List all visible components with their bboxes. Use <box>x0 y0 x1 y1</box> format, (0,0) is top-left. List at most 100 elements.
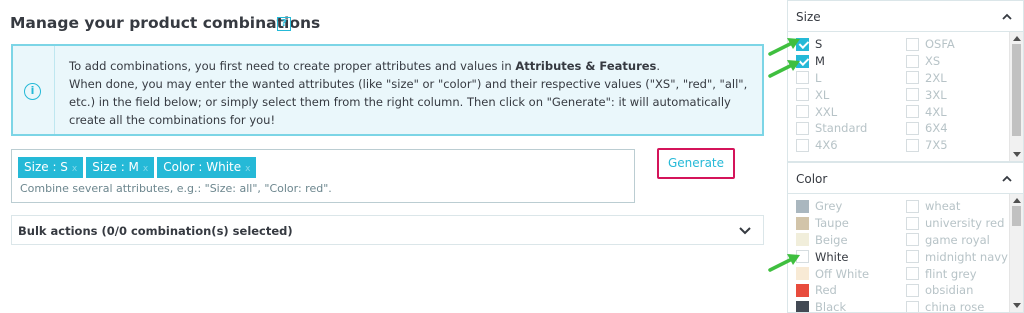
tag-label: Size : S <box>24 160 68 174</box>
color-option-game-royal[interactable]: game royal <box>906 232 1008 249</box>
chevron-down-icon[interactable] <box>737 222 753 238</box>
checkbox[interactable] <box>906 105 919 119</box>
option-label: Off White <box>815 266 870 281</box>
size-option-7x5[interactable]: 7X5 <box>906 137 955 154</box>
color-swatch[interactable] <box>906 199 919 213</box>
size-option-s[interactable]: S <box>796 36 867 53</box>
size-option-4xl[interactable]: 4XL <box>906 103 955 120</box>
tag-size-s[interactable]: Size : S x <box>18 157 84 178</box>
checkbox[interactable] <box>906 37 919 51</box>
color-swatch[interactable] <box>906 216 919 230</box>
scroll-thumb[interactable] <box>1012 206 1021 226</box>
tag-remove-icon[interactable]: x <box>245 164 250 174</box>
checkbox[interactable] <box>906 138 919 152</box>
info-text: To add combinations, you first need to c… <box>69 57 759 129</box>
info-divider <box>54 46 55 134</box>
size-option-xs[interactable]: XS <box>906 53 955 70</box>
color-option-midnight-navy[interactable]: midnight navy <box>906 248 1008 265</box>
size-option-xxl[interactable]: XXL <box>796 103 867 120</box>
color-option-china-rose[interactable]: china rose <box>906 299 1008 312</box>
tag-size-m[interactable]: Size : M x <box>86 157 155 178</box>
checkbox[interactable] <box>796 105 809 119</box>
tag-color-white[interactable]: Color : White x <box>157 157 257 178</box>
combinations-section: Manage your product combinations ? i To … <box>0 0 775 313</box>
info-text-part: When done, you may enter the wanted attr… <box>69 77 748 127</box>
info-text-part: To add combinations, you first need to c… <box>69 59 516 73</box>
chevron-up-icon[interactable] <box>1001 11 1013 23</box>
color-panel-header[interactable]: Color <box>788 163 1023 194</box>
size-panel-header[interactable]: Size <box>788 1 1023 32</box>
attributes-tag-input[interactable]: Size : Sx Size : Mx Color : White x Combi… <box>11 149 635 203</box>
color-option-red[interactable]: Red <box>796 282 869 299</box>
color-option-black[interactable]: Black <box>796 299 869 312</box>
option-label: Beige <box>815 232 848 247</box>
checkbox[interactable] <box>906 88 919 102</box>
color-swatch[interactable] <box>906 300 919 312</box>
option-label: 7X5 <box>925 138 948 153</box>
chevron-up-icon[interactable] <box>1001 173 1013 185</box>
color-swatch[interactable] <box>796 199 809 213</box>
size-option-4x6[interactable]: 4X6 <box>796 137 867 154</box>
scroll-down-icon[interactable] <box>1013 152 1021 157</box>
color-column-left: Grey Taupe Beige White Off White Red Bla… <box>796 198 869 312</box>
color-options: Grey Taupe Beige White Off White Red Bla… <box>788 194 1009 312</box>
size-option-m[interactable]: M <box>796 53 867 70</box>
color-swatch[interactable] <box>796 233 809 247</box>
help-icon[interactable]: ? <box>277 17 291 31</box>
color-option-white[interactable]: White <box>796 248 869 265</box>
tag-remove-icon[interactable]: x <box>143 164 148 174</box>
color-swatch[interactable] <box>906 250 919 264</box>
scroll-down-icon[interactable] <box>1013 303 1021 308</box>
color-swatch[interactable] <box>906 267 919 281</box>
info-alert: i To add combinations, you first need to… <box>11 44 764 136</box>
size-option-3xl[interactable]: 3XL <box>906 86 955 103</box>
color-option-grey[interactable]: Grey <box>796 198 869 215</box>
option-label: XL <box>815 87 830 102</box>
size-attribute-panel: Size S M L XL XXL Standard 4X6 OSFA XS 2… <box>787 0 1024 162</box>
info-circle-icon: i <box>24 83 41 100</box>
color-swatch[interactable] <box>906 233 919 247</box>
option-label: M <box>815 54 825 69</box>
option-label: L <box>815 70 822 85</box>
option-label: OSFA <box>925 37 955 52</box>
checkbox[interactable] <box>906 71 919 85</box>
color-option-university-red[interactable]: university red <box>906 215 1008 232</box>
color-option-taupe[interactable]: Taupe <box>796 215 869 232</box>
size-option-l[interactable]: L <box>796 70 867 87</box>
color-option-obsidian[interactable]: obsidian <box>906 282 1008 299</box>
checkbox[interactable] <box>796 121 809 135</box>
color-option-wheat[interactable]: wheat <box>906 198 1008 215</box>
color-swatch[interactable] <box>906 283 919 297</box>
size-option-6x4[interactable]: 6X4 <box>906 120 955 137</box>
color-option-flint-grey[interactable]: flint grey <box>906 265 1008 282</box>
checkbox[interactable] <box>796 88 809 102</box>
generate-button[interactable]: Generate <box>657 148 735 179</box>
color-column-right: wheat university red game royal midnight… <box>906 198 1008 312</box>
size-option-2xl[interactable]: 2XL <box>906 70 955 87</box>
color-scrollbar[interactable] <box>1009 194 1023 312</box>
tag-remove-icon[interactable]: x <box>72 164 77 174</box>
size-option-xl[interactable]: XL <box>796 86 867 103</box>
size-option-standard[interactable]: Standard <box>796 120 867 137</box>
color-attribute-panel: Color Grey Taupe Beige White Off White R… <box>787 162 1024 313</box>
color-swatch[interactable] <box>796 283 809 297</box>
size-scrollbar[interactable] <box>1009 32 1023 161</box>
option-label: Black <box>815 300 847 312</box>
scroll-thumb[interactable] <box>1012 44 1021 136</box>
size-option-osfa[interactable]: OSFA <box>906 36 955 53</box>
scroll-up-icon[interactable] <box>1013 36 1021 41</box>
option-label: 4XL <box>925 104 947 119</box>
checkbox[interactable] <box>906 121 919 135</box>
bulk-actions-bar[interactable]: Bulk actions (0/0 combination(s) selecte… <box>11 215 764 245</box>
color-panel-title: Color <box>796 172 828 186</box>
checkbox[interactable] <box>906 54 919 68</box>
color-swatch[interactable] <box>796 216 809 230</box>
color-swatch[interactable] <box>796 300 809 312</box>
option-label: midnight navy <box>925 249 1008 264</box>
option-label: game royal <box>925 232 990 247</box>
scroll-up-icon[interactable] <box>1013 198 1021 203</box>
checkbox[interactable] <box>796 138 809 152</box>
annotation-arrow-icon <box>768 254 800 272</box>
color-option-beige[interactable]: Beige <box>796 232 869 249</box>
color-option-off-white[interactable]: Off White <box>796 265 869 282</box>
